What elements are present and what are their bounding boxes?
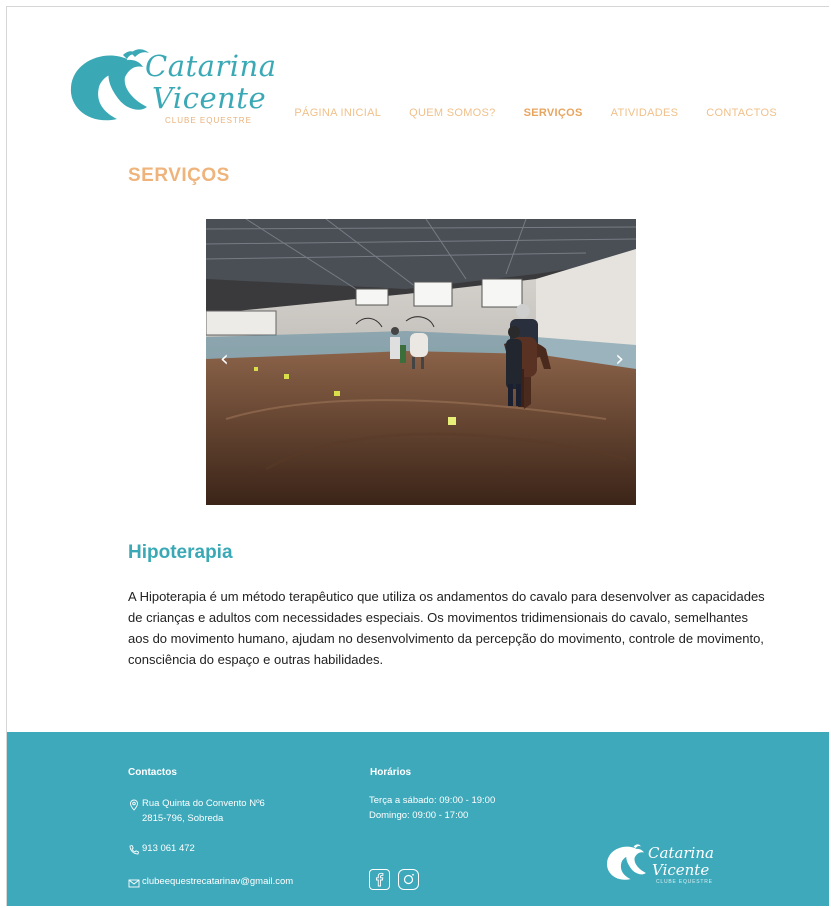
nav-item-activities[interactable]: ATIVIDADES: [611, 107, 679, 119]
footer-logo-line1: Catarina: [648, 844, 714, 862]
site-footer: Contactos Rua Quinta do Convento Nº6 281…: [7, 732, 829, 906]
brand-tagline: CLUBE EQUESTRE: [165, 116, 252, 125]
main-nav: PÁGINA INICIAL QUEM SOMOS? SERVIÇOS ATIV…: [294, 107, 777, 119]
service-description: A Hipoterapia é um método terapêutico qu…: [128, 589, 765, 667]
footer-logo[interactable]: Catarina Vicente CLUBE EQUESTRE: [604, 839, 724, 889]
page-title: SERVIÇOS: [128, 165, 230, 186]
facebook-icon: [376, 872, 384, 887]
nav-item-services[interactable]: SERVIÇOS: [524, 107, 583, 119]
footer-phone[interactable]: 913 061 472: [142, 842, 195, 856]
riding-arena-photo: [206, 219, 636, 505]
footer-hours-sunday: Domingo: 09:00 - 17:00: [369, 810, 469, 821]
horse-logo-icon: [70, 49, 149, 121]
brand-name-line2: Vicente: [152, 81, 267, 115]
footer-hours-weekdays: Terça a sábado: 09:00 - 19:00: [369, 795, 496, 806]
instagram-button[interactable]: [398, 869, 419, 890]
footer-contacts-title: Contactos: [128, 767, 177, 778]
nav-item-home[interactable]: PÁGINA INICIAL: [294, 107, 381, 119]
phone-icon: [129, 844, 140, 855]
carousel-next-button[interactable]: ›: [615, 347, 624, 372]
service-title: Hipoterapia: [128, 542, 233, 563]
location-pin-icon: [130, 799, 138, 811]
footer-email[interactable]: clubeequestrecatarinav@gmail.com: [142, 875, 293, 889]
nav-item-about[interactable]: QUEM SOMOS?: [409, 107, 495, 119]
image-carousel: ‹ ›: [206, 219, 636, 505]
footer-address-line1: Rua Quinta do Convento Nº6: [142, 798, 265, 809]
chevron-right-icon: ›: [615, 347, 624, 372]
footer-logo-line2: Vicente: [652, 861, 710, 879]
footer-address-line2: 2815-796, Sobreda: [142, 813, 224, 824]
brand-name-line1: Catarina: [145, 49, 277, 83]
email-icon: [128, 879, 140, 888]
page-frame: Catarina Vicente CLUBE EQUESTRE PÁGINA I…: [6, 6, 829, 906]
footer-logo-tagline: CLUBE EQUESTRE: [656, 879, 713, 885]
carousel-prev-button[interactable]: ‹: [220, 347, 229, 372]
instagram-icon: [403, 873, 414, 885]
brand-logo[interactable]: Catarina Vicente CLUBE EQUESTRE: [65, 47, 285, 132]
horse-logo-icon: [607, 844, 646, 880]
footer-hours-title: Horários: [370, 767, 412, 778]
nav-item-contacts[interactable]: CONTACTOS: [706, 107, 777, 119]
chevron-left-icon: ‹: [220, 347, 229, 372]
facebook-button[interactable]: [369, 869, 390, 890]
